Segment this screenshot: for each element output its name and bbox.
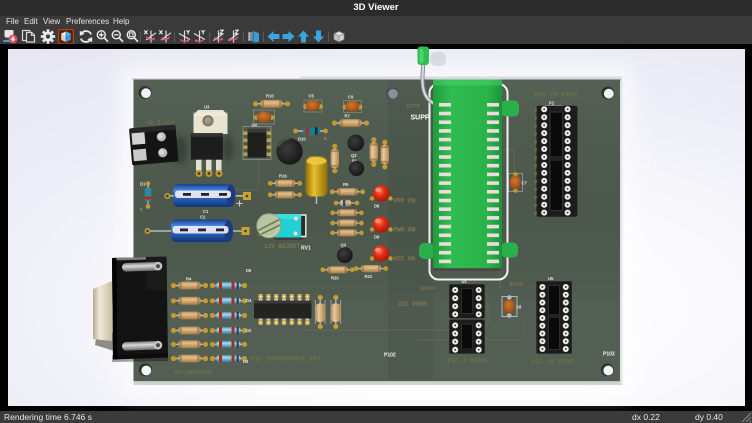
svg-text:D5: D5 <box>246 268 252 273</box>
svg-text:PWR ON: PWR ON <box>394 227 416 234</box>
svg-text:R4: R4 <box>186 277 192 282</box>
svg-text:K: K <box>140 207 143 212</box>
svg-text:R10: R10 <box>266 94 274 99</box>
svg-text:Q3: Q3 <box>341 243 347 248</box>
svg-text:C2: C2 <box>200 215 206 220</box>
svg-text:D2: D2 <box>246 328 252 333</box>
svg-text:13V ADJUST: 13V ADJUST <box>264 243 300 250</box>
svg-text:VPP ON: VPP ON <box>394 198 416 205</box>
svg-text:P103: P103 <box>603 352 615 358</box>
svg-text:C8: C8 <box>516 305 522 310</box>
svg-text:U1: U1 <box>462 279 468 284</box>
svg-text:R20: R20 <box>331 276 339 281</box>
svg-text:K: K <box>324 136 327 141</box>
svg-text:1=>>: 1=>> <box>421 285 436 292</box>
svg-text:R16: R16 <box>279 174 287 179</box>
svg-text:P102: P102 <box>384 353 396 359</box>
svg-text:I2C PROM: I2C PROM <box>398 301 427 308</box>
svg-text:PIC 8 PINS: PIC 8 PINS <box>448 358 487 365</box>
svg-text:C5: C5 <box>309 94 315 99</box>
svg-text:D1: D1 <box>140 182 146 187</box>
svg-text:P2: P2 <box>549 101 555 106</box>
svg-text:PIC PROGRAMMER V03: PIC PROGRAMMER V03 <box>251 356 321 363</box>
svg-text:Q2: Q2 <box>351 153 357 158</box>
svg-text:1=>>: 1=>> <box>406 103 421 110</box>
svg-text:D4: D4 <box>246 298 252 303</box>
svg-text:RV1: RV1 <box>301 246 311 252</box>
svg-text:PIC 18 PINS: PIC 18 PINS <box>532 359 575 366</box>
svg-text:R7: R7 <box>345 114 351 119</box>
svg-text:D8: D8 <box>374 204 380 209</box>
svg-text:VCC ON: VCC ON <box>394 256 416 263</box>
svg-text:SUPP: SUPP <box>411 115 430 122</box>
svg-text:U3: U3 <box>204 105 210 110</box>
svg-text:JP-CHARRAS: JP-CHARRAS <box>173 370 212 377</box>
svg-text:R9: R9 <box>343 182 349 187</box>
svg-text:D6: D6 <box>243 359 249 364</box>
svg-text:C1: C1 <box>203 209 209 214</box>
svg-text:PIC 28 PINS: PIC 28 PINS <box>535 92 578 99</box>
svg-text:C7: C7 <box>522 181 528 186</box>
svg-text:R21: R21 <box>365 274 373 279</box>
svg-text:D10: D10 <box>298 137 306 142</box>
svg-text:C9: C9 <box>348 95 354 100</box>
svg-text:U5: U5 <box>548 276 554 281</box>
svg-text:D9: D9 <box>374 235 380 240</box>
svg-text:1=>>: 1=>> <box>509 281 524 288</box>
